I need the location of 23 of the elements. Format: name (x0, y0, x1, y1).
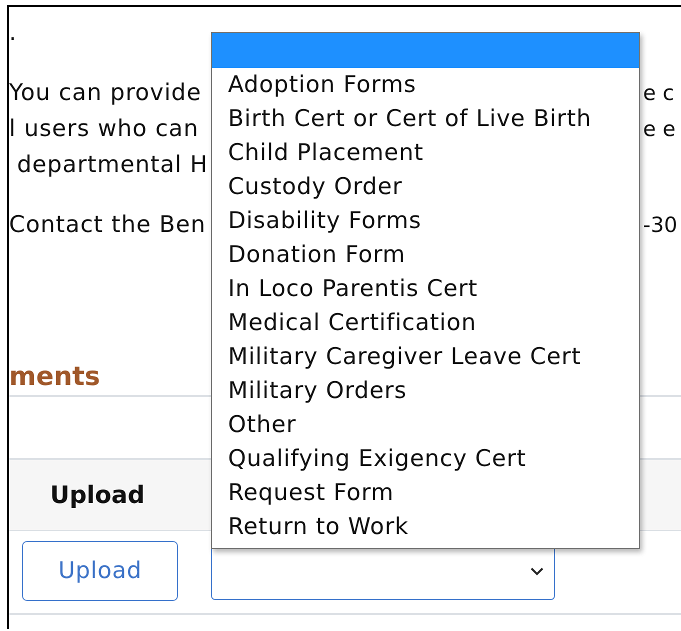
paragraph-text: -30 (643, 213, 678, 237)
paragraph-text: e c (643, 81, 676, 105)
dropdown-option[interactable]: In Loco Parentis Cert (212, 272, 639, 306)
dropdown-option[interactable]: Other (212, 408, 639, 442)
dropdown-option[interactable]: Birth Cert or Cert of Live Birth (212, 102, 639, 136)
paragraph-text: l users who can (9, 116, 199, 142)
dropdown-option[interactable]: Return to Work (212, 510, 639, 544)
dropdown-option[interactable]: Custody Order (212, 170, 639, 204)
chevron-down-icon (530, 566, 544, 576)
paragraph-text: . (9, 20, 18, 46)
dropdown-option[interactable]: Request Form (212, 476, 639, 510)
dropdown-option[interactable]: Adoption Forms (212, 68, 639, 102)
dropdown-option[interactable]: Disability Forms (212, 204, 639, 238)
dropdown-option[interactable]: Donation Form (212, 238, 639, 272)
paragraph-text: You can provide (9, 80, 202, 106)
dropdown-option[interactable]: Child Placement (212, 136, 639, 170)
paragraph-text: departmental H (16, 152, 208, 178)
paragraph-text: e e (643, 117, 677, 141)
dropdown-option[interactable]: Qualifying Exigency Cert (212, 442, 639, 476)
paragraph-text: Contact the Ben (9, 212, 206, 238)
column-header: Upload (50, 481, 145, 509)
dropdown-option[interactable]: Medical Certification (212, 306, 639, 340)
upload-button[interactable]: Upload (22, 541, 178, 601)
